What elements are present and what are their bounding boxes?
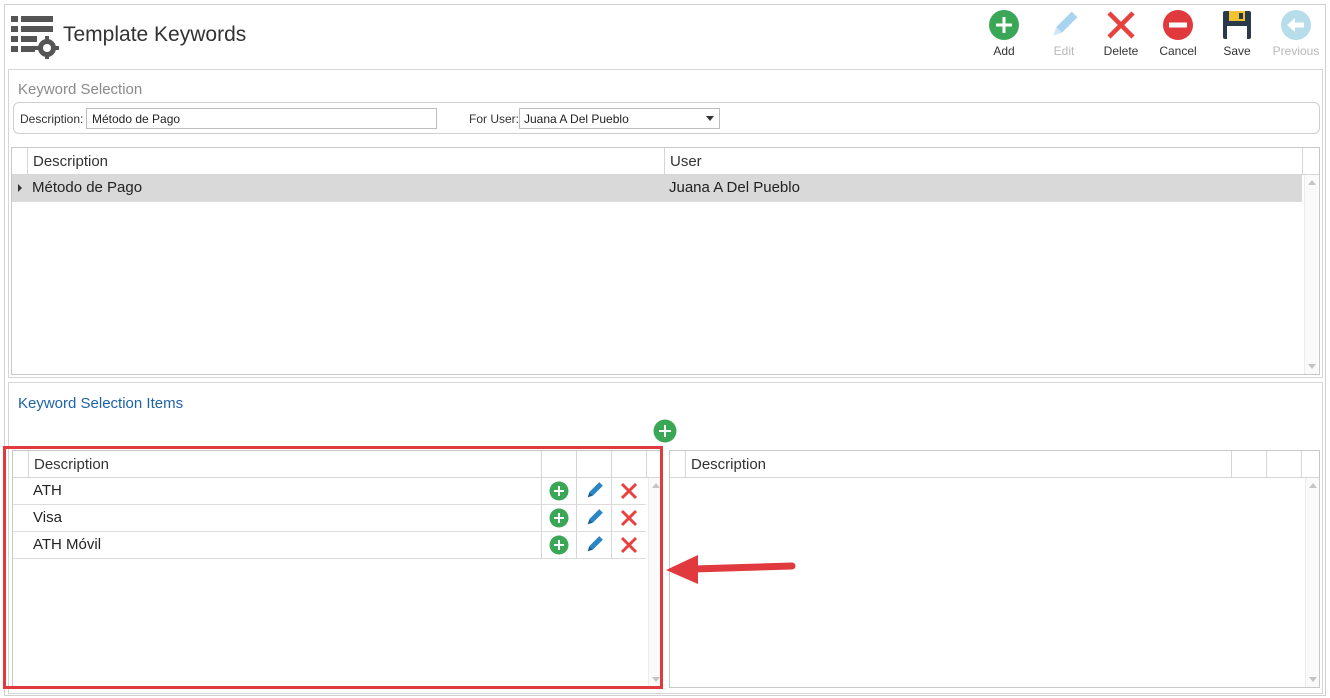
edit-row-button[interactable] [576, 505, 611, 531]
add-button[interactable]: Add [976, 7, 1032, 65]
column-header-description[interactable]: Description [28, 451, 541, 478]
column-header-description[interactable]: Description [27, 148, 667, 175]
window: Template Keywords Add Edit Delete Cancel… [4, 4, 1326, 696]
row-description: Método de Pago [32, 179, 143, 196]
header-corner [1301, 451, 1319, 478]
keywords-grid: Description User Método de Pago Juana A … [11, 147, 1320, 375]
cancel-label: Cancel [1159, 44, 1197, 58]
add-item-icon[interactable] [653, 419, 677, 443]
scroll-down-icon[interactable] [652, 677, 660, 682]
sub-items-grid: Description [669, 450, 1320, 688]
delete-x-icon [1107, 11, 1135, 39]
table-row[interactable]: Método de Pago Juana A Del Pueblo [12, 175, 1302, 202]
column-header-delete [611, 451, 646, 478]
keywords-grid-header: Description User [12, 148, 1319, 175]
keyword-items-title: Keyword Selection Items [18, 395, 184, 412]
delete-label: Delete [1103, 44, 1139, 58]
table-row[interactable]: Visa [13, 505, 646, 532]
header-bar: Template Keywords Add Edit Delete Cancel… [5, 5, 1325, 67]
header-corner [646, 451, 662, 478]
table-row[interactable]: ATH Móvil [13, 532, 646, 559]
add-row-icon[interactable] [549, 508, 569, 528]
delete-row-button[interactable] [611, 505, 646, 531]
keywords-scrollbar[interactable] [1304, 175, 1318, 374]
sub-items-scrollbar[interactable] [1305, 478, 1319, 687]
add-row-button[interactable] [541, 505, 576, 531]
column-header-user[interactable]: User [664, 148, 1304, 175]
cancel-button[interactable]: Cancel [1150, 7, 1206, 65]
sub-items-grid-header: Description [670, 451, 1319, 478]
column-header-extra-1 [1231, 451, 1266, 478]
previous-label: Previous [1272, 44, 1320, 58]
delete-x-icon[interactable] [619, 508, 639, 528]
item-description: ATH Móvil [33, 536, 102, 553]
delete-button[interactable]: Delete [1093, 7, 1149, 65]
header-corner [1302, 148, 1319, 175]
row-user: Juana A Del Pueblo [669, 179, 800, 196]
back-arrow-icon [1281, 10, 1311, 40]
page-title: Template Keywords [63, 23, 247, 46]
description-filter-label: Description: [20, 112, 84, 126]
save-label: Save [1223, 44, 1251, 58]
scroll-down-icon[interactable] [1308, 364, 1316, 369]
template-settings-icon [11, 16, 59, 59]
items-scrollbar[interactable] [648, 478, 662, 687]
add-row-icon[interactable] [549, 535, 569, 555]
add-row-button[interactable] [541, 532, 576, 558]
pencil-icon[interactable] [584, 508, 604, 528]
scroll-up-icon[interactable] [652, 483, 660, 488]
edit-button[interactable]: Edit [1036, 7, 1092, 65]
description-filter-input[interactable]: Método de Pago [86, 108, 437, 129]
pencil-icon[interactable] [584, 481, 604, 501]
items-grid: Description ATH Visa ATH Móvil [12, 450, 663, 688]
for-user-label: For User: [469, 112, 520, 126]
delete-row-button[interactable] [611, 532, 646, 558]
item-description: ATH [33, 482, 62, 499]
column-header-extra-2 [1266, 451, 1301, 478]
for-user-select[interactable]: Juana A Del Pueblo [519, 108, 720, 129]
scroll-up-icon[interactable] [1309, 483, 1317, 488]
add-label: Add [993, 44, 1015, 58]
keyword-items-panel: Keyword Selection Items Description ATH V… [8, 382, 1323, 694]
column-header-add [541, 451, 576, 478]
edit-row-button[interactable] [576, 478, 611, 504]
column-header-edit [576, 451, 611, 478]
pencil-icon[interactable] [584, 535, 604, 555]
filter-bar: Description: Método de Pago For User: Ju… [13, 102, 1320, 134]
scroll-up-icon[interactable] [1308, 180, 1316, 185]
add-icon [989, 10, 1019, 40]
delete-row-button[interactable] [611, 478, 646, 504]
scroll-down-icon[interactable] [1309, 677, 1317, 682]
cancel-icon [1163, 10, 1193, 40]
column-header-description[interactable]: Description [685, 451, 1231, 478]
for-user-value: Juana A Del Pueblo [524, 112, 629, 126]
edit-row-button[interactable] [576, 532, 611, 558]
item-description: Visa [33, 509, 62, 526]
previous-button[interactable]: Previous [1268, 7, 1324, 65]
items-grid-header: Description [13, 451, 662, 478]
chevron-down-icon [706, 116, 714, 121]
delete-x-icon[interactable] [619, 535, 639, 555]
keyword-selection-panel: Keyword Selection Description: Método de… [8, 69, 1323, 378]
keyword-selection-title: Keyword Selection [18, 81, 143, 98]
table-row[interactable]: ATH [13, 478, 646, 505]
floppy-disk-icon [1223, 11, 1251, 39]
pencil-icon [1053, 11, 1078, 36]
add-row-icon[interactable] [549, 481, 569, 501]
save-button[interactable]: Save [1209, 7, 1265, 65]
add-row-button[interactable] [541, 478, 576, 504]
edit-label: Edit [1053, 44, 1075, 58]
row-indicator-icon [18, 184, 22, 192]
delete-x-icon[interactable] [619, 481, 639, 501]
